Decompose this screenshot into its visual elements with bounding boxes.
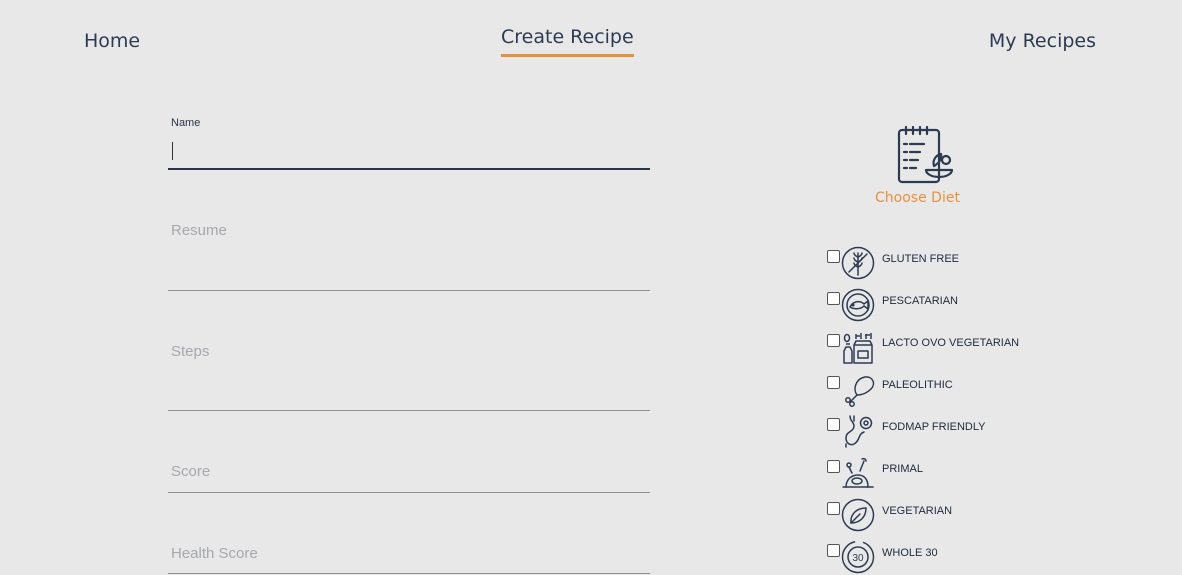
diet-item-primal[interactable]: PRIMAL — [827, 455, 1087, 495]
steps-label: Steps — [171, 343, 210, 360]
diet-item-gluten-free[interactable]: GLUTEN FREE — [827, 245, 1087, 285]
name-input[interactable] — [168, 134, 650, 168]
diet-label: PESCATARIAN — [882, 295, 958, 307]
diet-checkbox[interactable] — [827, 334, 840, 347]
svg-text:30: 30 — [852, 553, 864, 564]
recipe-book-icon — [897, 125, 954, 184]
diet-item-whole-30[interactable]: 30 WHOLE 30 — [827, 539, 1087, 575]
diet-item-fodmap-friendly[interactable]: FODMAP FRIENDLY — [827, 413, 1087, 453]
text-caret — [172, 142, 173, 160]
diet-checkbox[interactable] — [827, 292, 840, 305]
dairy-icon — [843, 333, 873, 364]
diet-label: PALEOLITHIC — [882, 379, 953, 391]
nav-my-recipes-link[interactable]: My Recipes — [989, 30, 1096, 52]
health-score-underline — [168, 573, 650, 574]
health-score-label: Health Score — [171, 545, 258, 562]
diet-checkbox[interactable] — [827, 250, 840, 263]
leaf-icon — [841, 498, 875, 532]
resume-underline — [168, 290, 650, 291]
nav-create-recipe-link[interactable]: Create Recipe — [501, 26, 634, 57]
diet-label: WHOLE 30 — [882, 547, 938, 559]
diet-label: PRIMAL — [882, 463, 923, 475]
nav-home-link[interactable]: Home — [84, 30, 140, 52]
diet-checkbox[interactable] — [827, 502, 840, 515]
drumstick-icon — [845, 376, 875, 407]
score-label: Score — [171, 463, 211, 480]
diet-checkbox[interactable] — [827, 418, 840, 431]
diet-label: GLUTEN FREE — [882, 253, 960, 265]
resume-label: Resume — [171, 222, 227, 239]
fish-icon — [841, 288, 875, 322]
name-label: Name — [171, 117, 201, 129]
diet-item-paleolithic[interactable]: PALEOLITHIC — [827, 371, 1087, 411]
diet-item-pescatarian[interactable]: PESCATARIAN — [827, 287, 1087, 327]
score-underline — [168, 492, 650, 493]
diet-checkbox[interactable] — [827, 460, 840, 473]
diet-item-vegetarian[interactable]: VEGETARIAN — [827, 497, 1087, 537]
stomach-icon — [845, 415, 873, 448]
choose-diet-title: Choose Diet — [875, 190, 960, 206]
diet-label: VEGETARIAN — [882, 505, 953, 517]
diet-label: FODMAP FRIENDLY — [882, 421, 986, 433]
diet-label: LACTO OVO VEGETARIAN — [882, 337, 1020, 349]
whole30-icon: 30 — [841, 540, 875, 574]
steps-underline — [168, 410, 650, 411]
diet-header — [872, 122, 964, 191]
diet-checkbox[interactable] — [827, 376, 840, 389]
diet-checkbox[interactable] — [827, 544, 840, 557]
create-recipe-page: Home Create Recipe My Recipes Name Resum… — [0, 0, 1182, 575]
name-underline — [168, 168, 650, 170]
meat-icon — [842, 457, 874, 488]
wheat-icon — [841, 246, 875, 280]
diet-item-lacto-ovo-vegetarian[interactable]: LACTO OVO VEGETARIAN — [827, 329, 1087, 369]
